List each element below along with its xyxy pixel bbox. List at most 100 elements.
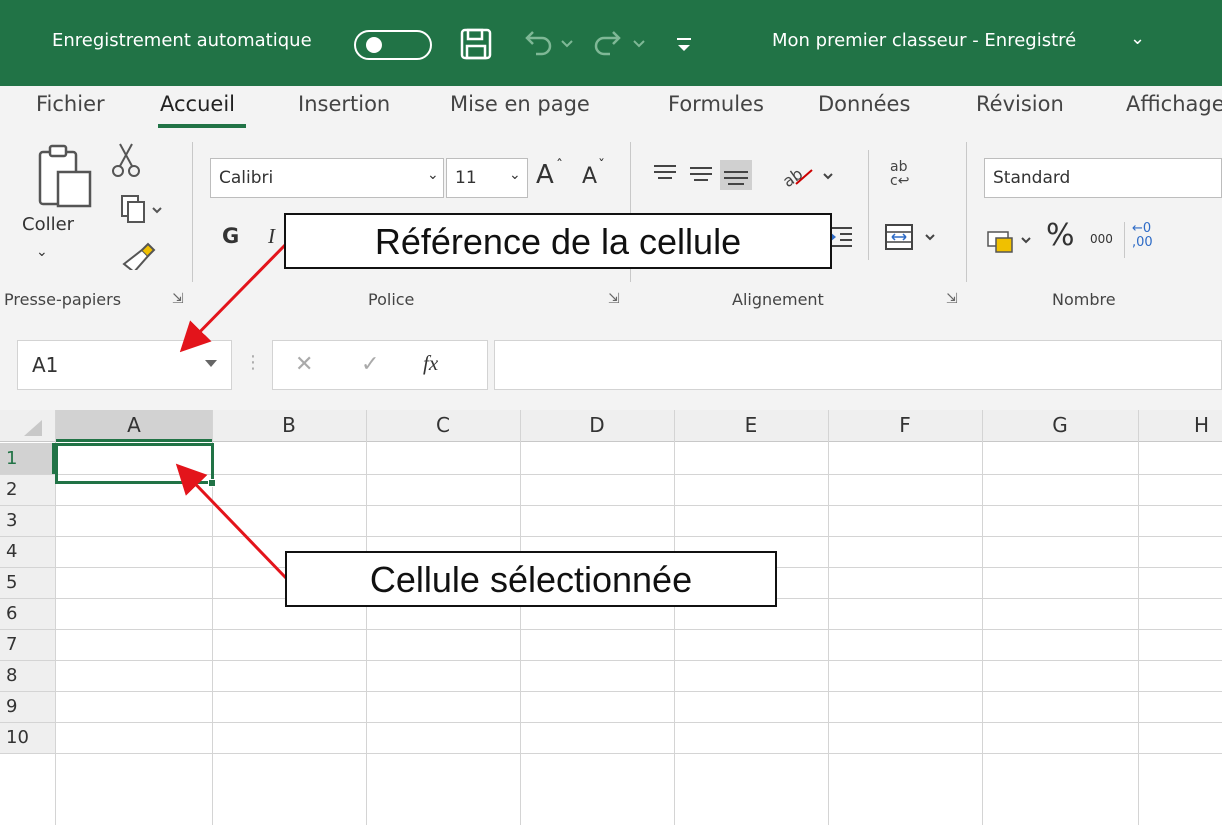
grid-line <box>0 536 1222 537</box>
tab-formules[interactable]: Formules <box>668 92 764 116</box>
cancel-button[interactable]: ✕ <box>295 352 313 377</box>
tab-affichage[interactable]: Affichage <box>1126 92 1222 116</box>
column-header-g[interactable]: G <box>982 410 1138 442</box>
row-header-8[interactable]: 8 <box>0 660 55 691</box>
copy-icon[interactable] <box>120 194 168 226</box>
grid-line <box>0 505 1222 506</box>
dialog-launcher-icon[interactable]: ⇲ <box>608 291 620 307</box>
fill-handle[interactable] <box>208 479 216 487</box>
title-dropdown-icon[interactable]: ⌄ <box>1130 28 1145 49</box>
autosave-toggle-knob <box>366 37 382 53</box>
row-header-9[interactable]: 9 <box>0 691 55 722</box>
format-painter-icon[interactable] <box>120 240 156 270</box>
row-header-3[interactable]: 3 <box>0 505 55 536</box>
column-header-f[interactable]: F <box>828 410 982 442</box>
autosave-toggle[interactable] <box>354 30 432 60</box>
row-header-10[interactable]: 10 <box>0 722 55 753</box>
shrink-font-button[interactable]: A <box>582 164 597 189</box>
ribbon-separator <box>868 150 869 260</box>
grid-line <box>982 410 983 825</box>
ribbon-separator <box>192 142 193 282</box>
enter-button[interactable]: ✓ <box>361 352 379 377</box>
formula-input[interactable] <box>494 340 1222 390</box>
name-box-dropdown-icon[interactable] <box>204 359 218 369</box>
group-label-font: Police <box>368 290 415 309</box>
font-name-box[interactable]: Calibri ⌄ <box>210 158 444 198</box>
number-format-box[interactable]: Standard <box>984 158 1222 198</box>
align-middle-icon <box>690 167 712 181</box>
selected-cell-a1[interactable] <box>55 443 214 484</box>
name-box-value: A1 <box>32 353 59 377</box>
column-header-c[interactable]: C <box>366 410 520 442</box>
tab-accueil[interactable]: Accueil <box>160 92 235 116</box>
customize-qat-icon[interactable] <box>672 30 696 58</box>
paste-label[interactable]: Coller <box>22 214 74 235</box>
formula-buttons: ✕ ✓ fx <box>272 340 488 390</box>
title-bar: Enregistrement automatique Mon premier c… <box>0 0 1222 86</box>
bold-button[interactable]: G <box>222 224 239 248</box>
accounting-format-icon[interactable] <box>986 226 1036 256</box>
column-header-e[interactable]: E <box>674 410 828 442</box>
insert-function-button[interactable]: fx <box>423 351 438 376</box>
percent-style-button[interactable]: % <box>1046 218 1075 253</box>
shrink-font-caret-icon: ˇ <box>598 158 605 174</box>
merge-center-icon[interactable] <box>884 222 944 252</box>
grid-line <box>1138 410 1139 825</box>
row-header-6[interactable]: 6 <box>0 598 55 629</box>
grid-line <box>366 410 367 825</box>
tab-fichier[interactable]: Fichier <box>36 92 105 116</box>
group-label-clipboard: Presse-papiers <box>4 290 122 309</box>
column-header-d[interactable]: D <box>520 410 674 442</box>
wrap-text-icon[interactable]: ab c↩ <box>890 160 909 188</box>
tab-insertion[interactable]: Insertion <box>298 92 390 116</box>
cut-icon[interactable] <box>110 142 144 180</box>
font-name-dropdown-icon[interactable]: ⌄ <box>427 167 439 183</box>
italic-button[interactable]: I <box>268 224 275 249</box>
save-icon[interactable] <box>458 26 494 62</box>
ribbon-separator <box>1124 222 1125 258</box>
callout-cell-reference: Référence de la cellule <box>284 213 832 269</box>
undo-icon[interactable] <box>520 26 580 62</box>
select-all-icon[interactable] <box>20 418 46 438</box>
column-header-a[interactable]: A <box>56 410 212 442</box>
group-label-number: Nombre <box>1052 290 1116 309</box>
tab-mise-en-page[interactable]: Mise en page <box>450 92 590 116</box>
formula-bar-grip-icon[interactable]: ⋮ <box>244 352 262 373</box>
grid-line <box>0 660 1222 661</box>
row-header-5[interactable]: 5 <box>0 567 55 598</box>
tab-revision[interactable]: Révision <box>976 92 1064 116</box>
tab-donnees[interactable]: Données <box>818 92 910 116</box>
autosave-label: Enregistrement automatique <box>52 30 312 51</box>
column-header-b[interactable]: B <box>212 410 366 442</box>
row-header-4[interactable]: 4 <box>0 536 55 567</box>
grow-font-caret-icon: ˆ <box>556 158 563 174</box>
group-label-alignment: Alignement <box>732 290 824 309</box>
grid-line <box>0 722 1222 723</box>
number-format-value: Standard <box>993 168 1071 188</box>
grid-line <box>0 691 1222 692</box>
vertical-align-icons <box>654 160 752 190</box>
grid-line <box>0 629 1222 630</box>
row-header-1[interactable]: 1 <box>0 443 55 474</box>
row-header-2[interactable]: 2 <box>0 474 55 505</box>
paste-icon[interactable] <box>36 142 96 210</box>
callout-selected-cell: Cellule sélectionnée <box>285 551 777 607</box>
font-size-dropdown-icon[interactable]: ⌄ <box>509 167 521 183</box>
grow-font-button[interactable]: A <box>536 160 554 190</box>
align-top-icon <box>654 165 676 179</box>
orientation-icon[interactable]: ab <box>780 158 840 192</box>
dialog-launcher-icon[interactable]: ⇲ <box>172 291 184 307</box>
redo-icon[interactable] <box>590 26 652 62</box>
document-title: Mon premier classeur - Enregistré <box>772 30 1077 51</box>
paste-dropdown-icon[interactable]: ⌄ <box>36 244 48 260</box>
grid-line <box>828 410 829 825</box>
comma-style-button[interactable]: 000 <box>1090 232 1113 246</box>
row-header-7[interactable]: 7 <box>0 629 55 660</box>
name-box[interactable]: A1 <box>17 340 232 390</box>
arrow-to-selected-cell <box>175 463 288 580</box>
dialog-launcher-icon[interactable]: ⇲ <box>946 291 958 307</box>
font-size-box[interactable]: 11 ⌄ <box>446 158 528 198</box>
grid-line <box>674 410 675 825</box>
column-header-h[interactable]: H <box>1194 410 1222 442</box>
increase-decimal-icon[interactable]: ←0,00 <box>1132 222 1153 250</box>
